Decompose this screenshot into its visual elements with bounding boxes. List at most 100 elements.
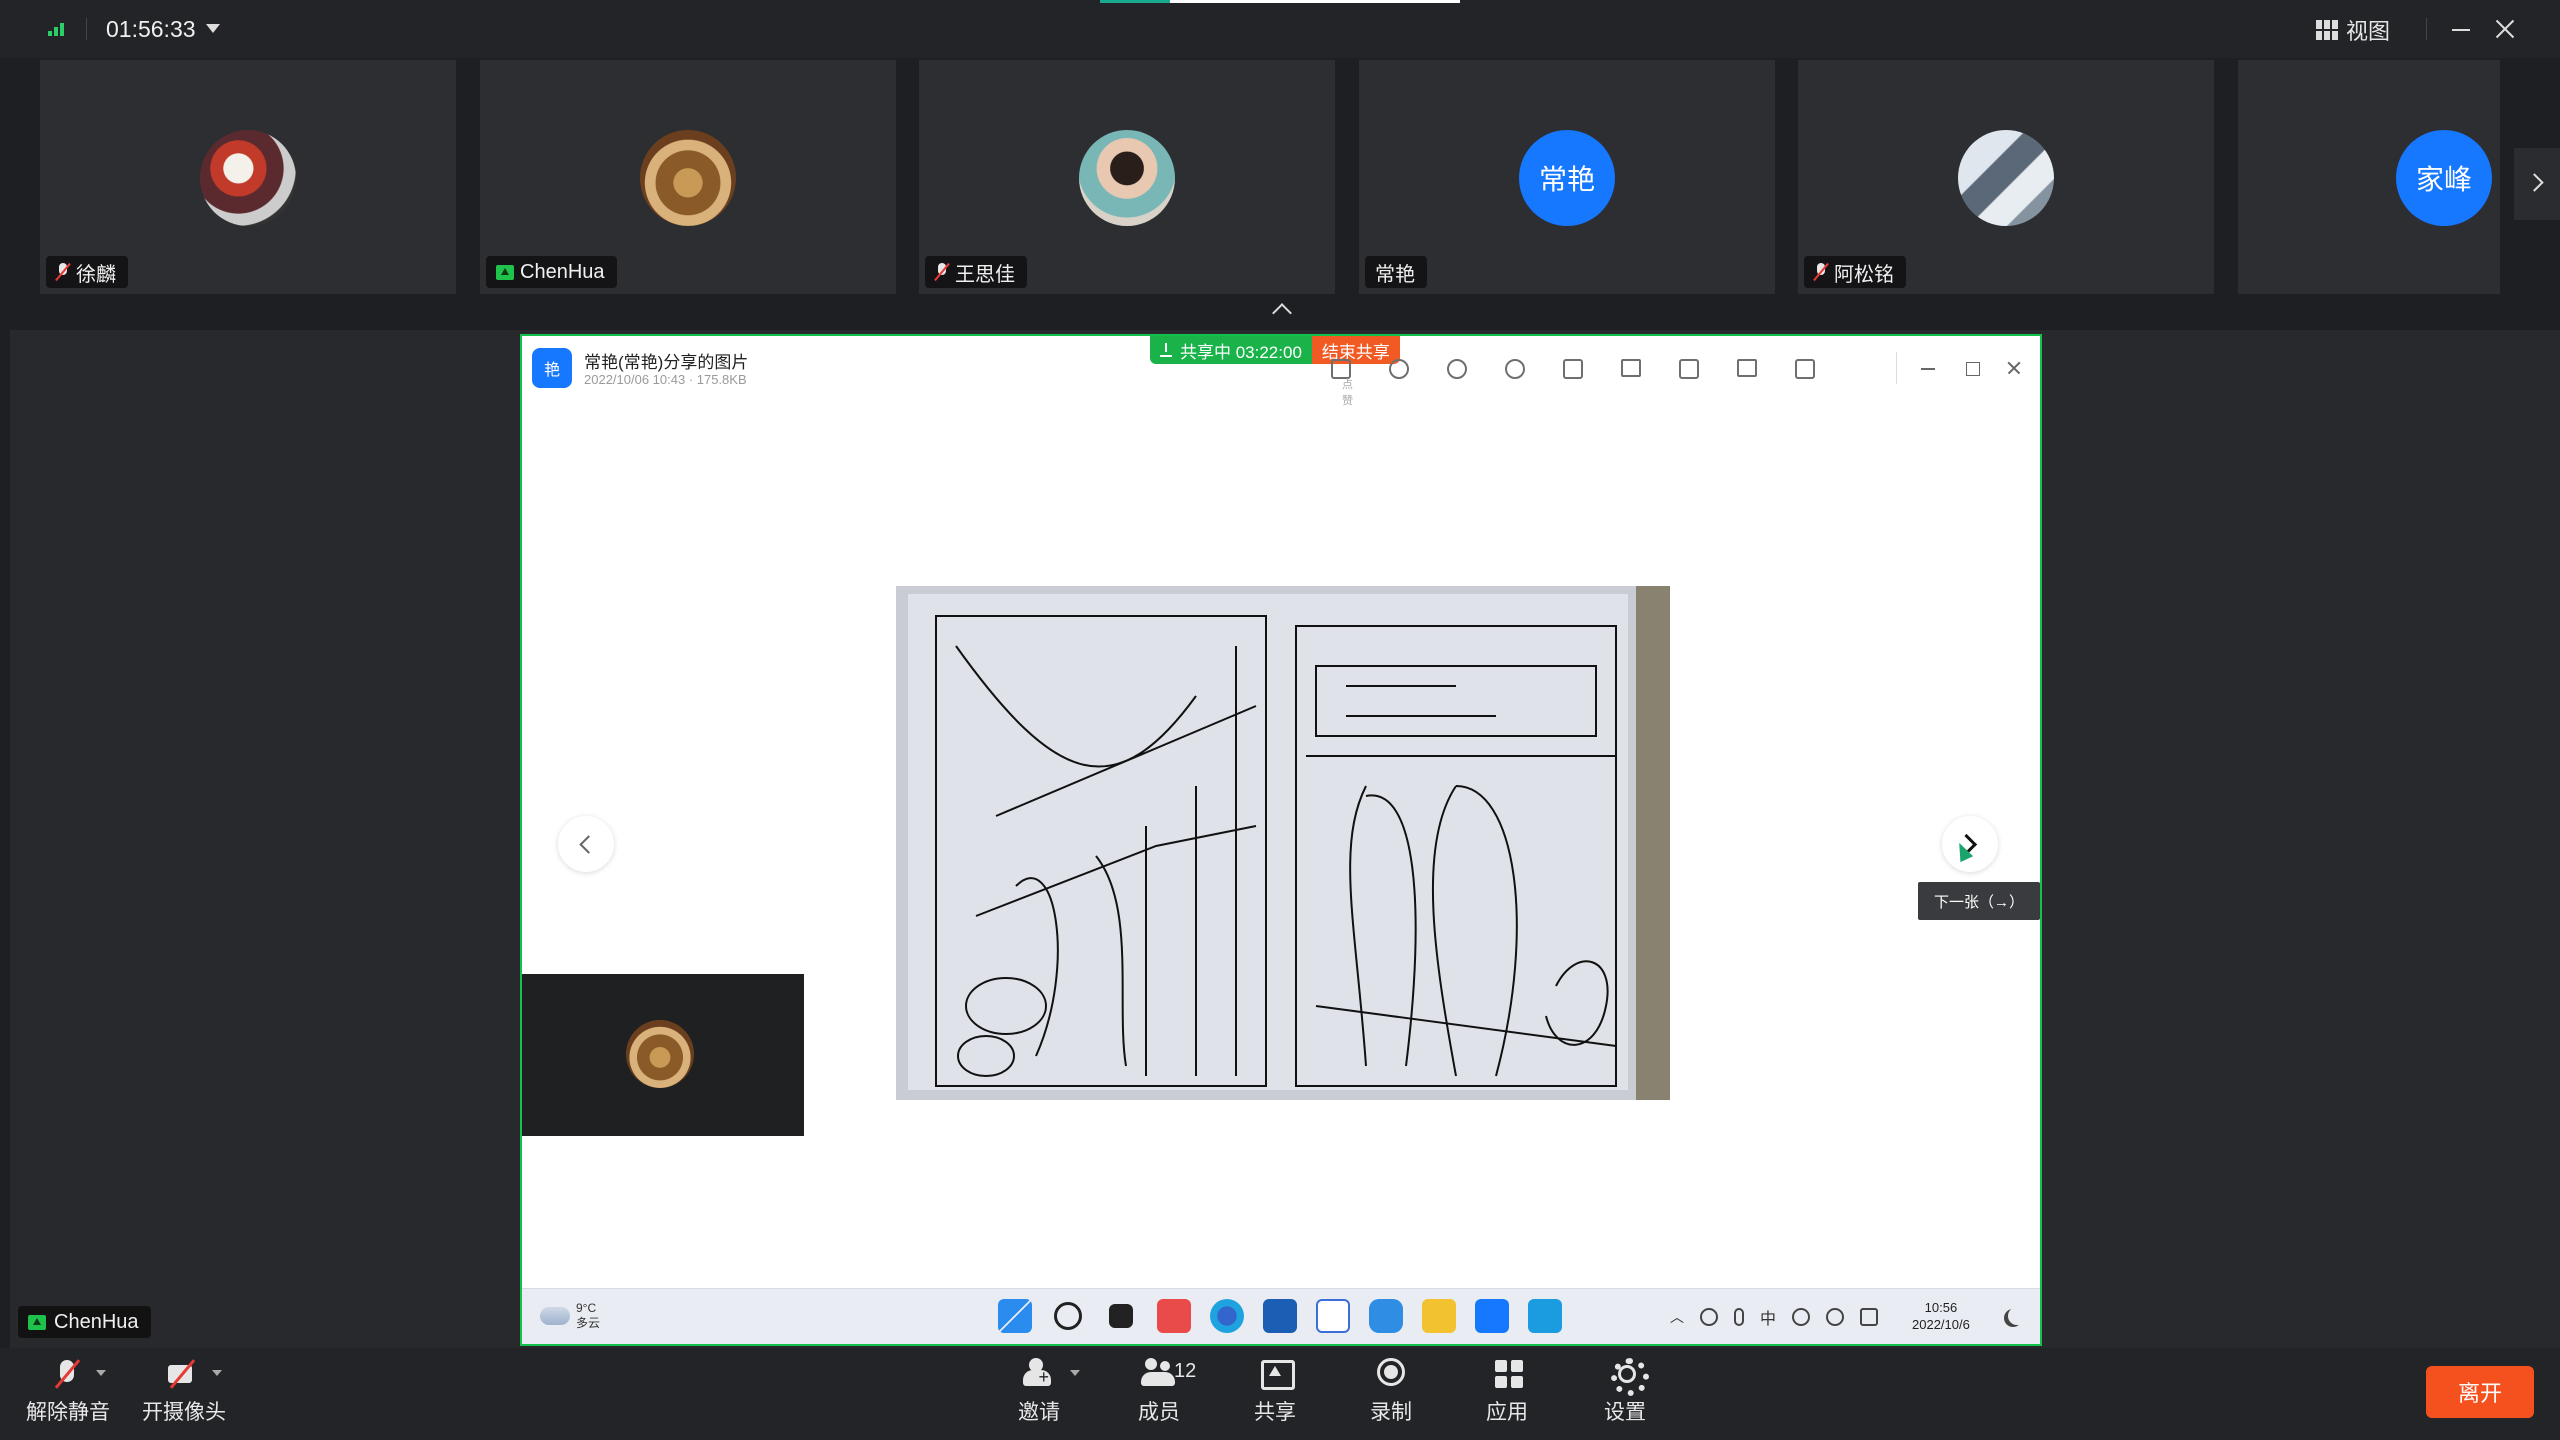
participant-name: ChenHua xyxy=(520,260,605,283)
avatar xyxy=(640,130,736,226)
weather-text: 9°C 多云 xyxy=(576,1301,600,1331)
volume-icon[interactable] xyxy=(1826,1308,1845,1326)
shared-screen: 艳 常艳(常艳)分享的图片 2022/10/06 10:43 · 175.8KB… xyxy=(520,334,2042,1346)
download-icon xyxy=(1160,343,1172,357)
divider xyxy=(2426,18,2427,40)
settings-button[interactable]: 设置 xyxy=(1604,1358,1649,1426)
edge-browser-icon[interactable] xyxy=(1210,1299,1244,1333)
avatar: 家峰 xyxy=(2396,130,2492,226)
task-view-icon[interactable] xyxy=(1109,1304,1133,1328)
floating-video-thumbnail[interactable] xyxy=(522,974,804,1136)
viewer-file-meta: 2022/10/06 10:43 · 175.8KB xyxy=(584,372,747,387)
office-app-icon[interactable] xyxy=(1316,1299,1350,1333)
weather-widget[interactable]: 9°C 多云 xyxy=(540,1301,600,1331)
camera-button[interactable]: 开摄像头 xyxy=(142,1358,226,1426)
divider xyxy=(1896,352,1897,384)
avatar: 常艳 xyxy=(1519,130,1615,226)
participant-name: 阿松铭 xyxy=(1834,263,1894,286)
presenter-name-tag: ChenHua xyxy=(18,1306,151,1338)
invite-label: 邀请 xyxy=(1018,1401,1060,1424)
chevron-right-icon[interactable] xyxy=(2514,148,2560,220)
previous-image-button[interactable] xyxy=(558,816,614,872)
share-button[interactable]: 共享 xyxy=(1254,1358,1296,1426)
meeting-timer: 01:56:33 xyxy=(106,16,196,42)
avatar xyxy=(1958,130,2054,226)
weather-temp: 9°C xyxy=(576,1301,597,1315)
participant-tile[interactable]: 常艳 常艳 xyxy=(1359,60,1775,294)
search-icon[interactable] xyxy=(1054,1302,1082,1330)
red-app-icon[interactable] xyxy=(1157,1299,1191,1333)
participant-name-tag: 常艳 xyxy=(1365,256,1427,288)
members-count: 12 xyxy=(1174,1360,1197,1382)
leave-button[interactable]: 离开 xyxy=(2426,1366,2534,1418)
chevron-down-icon[interactable] xyxy=(1070,1370,1080,1376)
store-icon[interactable] xyxy=(1263,1299,1297,1333)
share-screen-icon xyxy=(1257,1358,1295,1390)
sharing-status[interactable]: 共享中 03:22:00 xyxy=(1150,336,1312,364)
presenter-name: ChenHua xyxy=(54,1310,139,1333)
like-icon[interactable]: 点赞 xyxy=(1322,352,1358,407)
participant-tile[interactable]: 王思佳 xyxy=(919,60,1335,294)
windows-start-icon[interactable] xyxy=(998,1299,1032,1333)
zoom-out-icon[interactable] xyxy=(1496,352,1532,384)
top-bar: 01:56:33 视图 xyxy=(0,0,2560,58)
apps-button[interactable]: 应用 xyxy=(1486,1358,1528,1426)
participant-name: 常艳 xyxy=(1375,263,1415,286)
view-label: 视图 xyxy=(2346,19,2391,44)
unmute-button[interactable]: 解除静音 xyxy=(26,1358,110,1426)
camera-label: 开摄像头 xyxy=(142,1401,226,1424)
avatar xyxy=(200,130,296,226)
participant-tile[interactable]: 徐麟 xyxy=(40,60,456,294)
cloud-app-icon[interactable] xyxy=(1369,1299,1403,1333)
collapse-strip-icon[interactable] xyxy=(1270,302,1294,316)
meeting-app-icon[interactable] xyxy=(1475,1299,1509,1333)
participant-tile[interactable]: 家峰 xyxy=(2238,60,2500,294)
top-progress-indicator xyxy=(1100,0,1460,3)
invite-button[interactable]: 邀请 xyxy=(1018,1358,1060,1426)
mic-muted-icon xyxy=(1814,263,1828,281)
chevron-down-icon[interactable] xyxy=(212,1370,222,1376)
zoom-in-icon[interactable] xyxy=(1380,352,1416,384)
participant-name-tag: 徐麟 xyxy=(46,256,128,288)
viewer-title: 常艳(常艳)分享的图片 xyxy=(584,353,749,372)
close-icon[interactable] xyxy=(2490,14,2520,44)
chevron-down-icon[interactable] xyxy=(96,1370,106,1376)
grid-view-icon xyxy=(2316,20,2338,40)
signal-icon[interactable] xyxy=(48,22,68,36)
next-image-button[interactable] xyxy=(1942,816,1998,872)
print-icon[interactable] xyxy=(1670,352,1706,384)
close-icon[interactable] xyxy=(2000,354,2028,382)
ime-indicator[interactable]: 中 xyxy=(1760,1305,1776,1329)
focus-moon-icon[interactable] xyxy=(2008,1307,2026,1325)
cloudy-icon xyxy=(540,1307,570,1325)
minimize-icon[interactable] xyxy=(2446,14,2476,44)
avatar xyxy=(626,1020,694,1088)
minimize-icon[interactable] xyxy=(1914,354,1942,382)
participant-tile[interactable]: ChenHua xyxy=(480,60,896,294)
chevron-down-icon[interactable] xyxy=(206,24,220,33)
microphone-icon[interactable] xyxy=(1734,1308,1744,1326)
hand-icon[interactable] xyxy=(1612,352,1648,384)
wifi-icon[interactable] xyxy=(1792,1308,1811,1326)
file-explorer-icon[interactable] xyxy=(1422,1299,1456,1333)
maximize-icon[interactable] xyxy=(1958,354,1986,382)
camera-off-icon xyxy=(166,1358,202,1390)
gear-icon xyxy=(1607,1358,1649,1396)
forward-icon[interactable] xyxy=(1728,352,1764,384)
share-label: 共享 xyxy=(1254,1401,1296,1424)
record-button[interactable]: 录制 xyxy=(1370,1358,1412,1426)
viewer-toolbar: 点赞 xyxy=(1322,352,1822,407)
taskbar-clock[interactable]: 10:56 2022/10/6 xyxy=(1912,1299,1970,1333)
sync-icon[interactable] xyxy=(1700,1308,1718,1326)
download-icon[interactable] xyxy=(1786,352,1822,384)
actual-size-icon[interactable] xyxy=(1438,352,1474,384)
shared-sketch-image xyxy=(896,586,1670,1100)
mic-off-icon xyxy=(50,1358,86,1390)
participant-tile[interactable]: 阿松铭 xyxy=(1798,60,2214,294)
chevron-up-icon[interactable]: ︿ xyxy=(1670,1307,1684,1327)
battery-icon[interactable] xyxy=(1860,1308,1879,1326)
screen-share-app-icon[interactable] xyxy=(1528,1299,1562,1333)
app-logo: 艳 xyxy=(532,348,572,388)
rotate-icon[interactable] xyxy=(1554,352,1590,384)
view-button[interactable]: 视图 xyxy=(2316,14,2390,46)
